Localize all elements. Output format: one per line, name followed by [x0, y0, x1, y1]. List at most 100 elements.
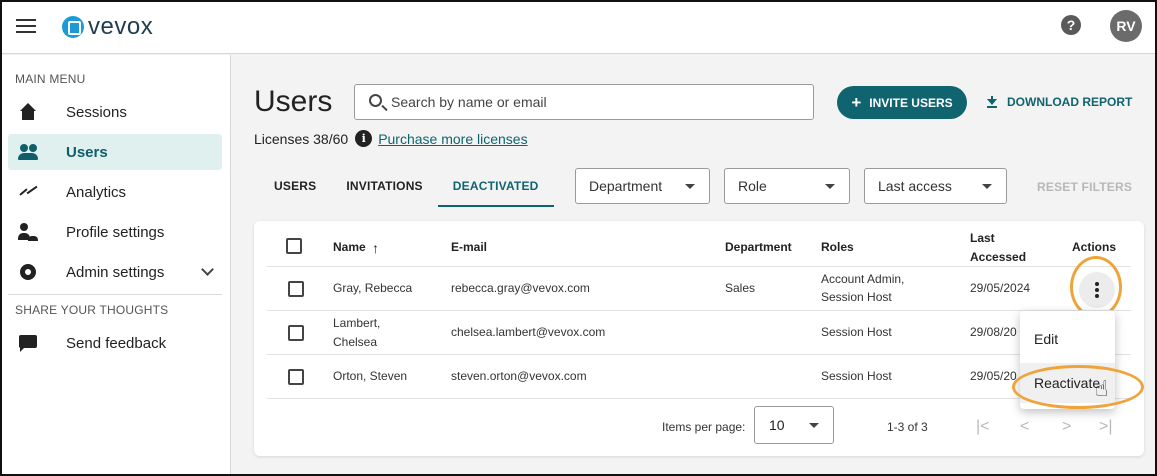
sidebar-item-label: Profile settings: [66, 223, 165, 241]
row-last-accessed: 29/05/20: [970, 369, 1017, 383]
users-icon: [18, 142, 38, 162]
licenses-count: Licenses 38/60: [254, 130, 349, 147]
sidebar-item-label: Admin settings: [66, 263, 165, 281]
row-name-line2: Chelsea: [333, 335, 378, 349]
row-checkbox[interactable]: [288, 325, 304, 341]
download-report-button[interactable]: DOWNLOAD REPORT: [987, 95, 1132, 109]
sidebar-divider: [8, 294, 222, 295]
feedback-icon: [18, 333, 38, 353]
page-title: Users: [254, 85, 333, 118]
row-name: Gray, Rebecca: [333, 281, 413, 295]
purchase-licenses-link[interactable]: Purchase more licenses: [378, 131, 527, 147]
sort-arrow-up-icon[interactable]: ↑: [372, 240, 379, 256]
department-filter-label: Department: [589, 178, 663, 194]
row-last-accessed: 29/05/2024: [970, 281, 1031, 295]
top-bar: vevox ? RV: [2, 2, 1155, 54]
row-last-accessed: 29/08/20: [970, 325, 1017, 339]
caret-down-icon: [982, 184, 992, 189]
search-placeholder: Search by name or email: [391, 94, 547, 110]
profile-settings-icon: [18, 222, 38, 242]
sidebar-item-sessions[interactable]: Sessions: [8, 94, 222, 130]
app-window: vevox ? RV MAIN MENU Sessions Users Anal…: [0, 0, 1157, 476]
last-access-filter-label: Last access: [878, 178, 952, 194]
vevox-logo[interactable]: vevox: [62, 12, 153, 42]
help-icon[interactable]: ?: [1061, 15, 1081, 35]
search-input[interactable]: Search by name or email: [354, 84, 814, 120]
role-filter-label: Role: [738, 178, 767, 194]
logo-text: vevox: [88, 13, 154, 40]
more-vert-icon: [1095, 282, 1099, 286]
header-divider: [267, 266, 1131, 267]
sidebar-item-analytics[interactable]: Analytics: [8, 174, 222, 210]
items-per-page-label: Items per page:: [662, 420, 746, 434]
column-header-actions: Actions: [1072, 240, 1117, 254]
info-icon[interactable]: i: [355, 130, 373, 147]
tab-deactivated[interactable]: DEACTIVATED: [437, 167, 554, 207]
sidebar-item-admin-settings[interactable]: Admin settings: [8, 254, 222, 290]
next-page-icon[interactable]: >: [1062, 418, 1071, 436]
pagination-range: 1-3 of 3: [887, 420, 928, 434]
caret-down-icon: [825, 184, 835, 189]
row-roles-line2: Session Host: [821, 290, 892, 304]
row-email: rebecca.gray@vevox.com: [451, 281, 590, 295]
download-report-label: DOWNLOAD REPORT: [1007, 95, 1133, 109]
column-header-name[interactable]: Name: [333, 240, 366, 254]
last-access-filter[interactable]: Last access: [864, 168, 1007, 204]
row-name: Orton, Steven: [333, 369, 408, 383]
sidebar-item-label: Analytics: [66, 183, 127, 201]
column-header-last-accessed-line2: Accessed: [970, 250, 1027, 264]
hamburger-menu-icon[interactable]: [16, 16, 36, 36]
tab-users[interactable]: USERS: [254, 167, 331, 207]
tab-invitations[interactable]: INVITATIONS: [331, 167, 437, 207]
last-page-icon[interactable]: >|: [1099, 418, 1113, 436]
row-checkbox[interactable]: [288, 369, 304, 385]
chevron-down-icon: [201, 263, 214, 276]
sidebar-item-label: Users: [66, 143, 108, 161]
invite-users-button[interactable]: + INVITE USERS: [837, 86, 967, 119]
users-table: Name ↑ E-mail Department Roles Last Acce…: [254, 221, 1144, 456]
user-avatar[interactable]: RV: [1110, 10, 1142, 42]
invite-users-label: INVITE USERS: [869, 95, 953, 110]
search-icon: [369, 94, 382, 107]
gear-icon: [18, 262, 38, 282]
sidebar-item-users[interactable]: Users: [8, 134, 222, 170]
sidebar-item-send-feedback[interactable]: Send feedback: [8, 325, 222, 361]
row-roles-line1: Account Admin,: [821, 272, 905, 286]
menu-item-edit[interactable]: Edit: [1020, 319, 1115, 359]
vevox-logo-icon: [62, 16, 84, 38]
sidebar: MAIN MENU Sessions Users Analytics Profi…: [2, 55, 231, 474]
sidebar-item-profile-settings[interactable]: Profile settings: [8, 214, 222, 250]
items-per-page-select[interactable]: 10: [754, 406, 834, 444]
sidebar-item-label: Sessions: [66, 103, 127, 121]
row-name-line1: Lambert,: [333, 316, 381, 330]
column-header-email: E-mail: [451, 240, 488, 254]
row-department: Sales: [725, 281, 756, 295]
column-header-roles: Roles: [821, 240, 854, 254]
home-icon: [18, 102, 38, 122]
tab-bar: USERS INVITATIONS DEACTIVATED: [254, 167, 554, 207]
column-header-last-accessed-line1: Last: [970, 231, 995, 245]
row-actions-menu: Edit Reactivate: [1020, 311, 1115, 409]
column-header-department: Department: [725, 240, 792, 254]
row-email: steven.orton@vevox.com: [451, 369, 587, 383]
row-divider: [267, 310, 1131, 311]
caret-down-icon: [685, 184, 695, 189]
row-email: chelsea.lambert@vevox.com: [451, 325, 606, 339]
select-all-checkbox[interactable]: [286, 238, 302, 254]
download-icon: [987, 96, 997, 108]
plus-icon: +: [851, 93, 862, 112]
items-per-page-value: 10: [769, 417, 785, 433]
menu-item-reactivate[interactable]: Reactivate: [1020, 363, 1115, 403]
main-content: Users Search by name or email + INVITE U…: [232, 55, 1155, 474]
row-checkbox[interactable]: [288, 281, 304, 297]
department-filter[interactable]: Department: [575, 168, 710, 204]
first-page-icon[interactable]: |<: [976, 418, 990, 436]
row-actions-button[interactable]: [1079, 272, 1115, 308]
row-divider: [267, 354, 1131, 355]
sidebar-item-label: Send feedback: [66, 334, 167, 352]
previous-page-icon[interactable]: <: [1020, 418, 1029, 436]
row-roles: Session Host: [821, 325, 892, 339]
role-filter[interactable]: Role: [724, 168, 850, 204]
licenses-info: Licenses 38/60 i Purchase more licenses: [254, 130, 528, 147]
reset-filters-button[interactable]: RESET FILTERS: [1037, 180, 1132, 194]
